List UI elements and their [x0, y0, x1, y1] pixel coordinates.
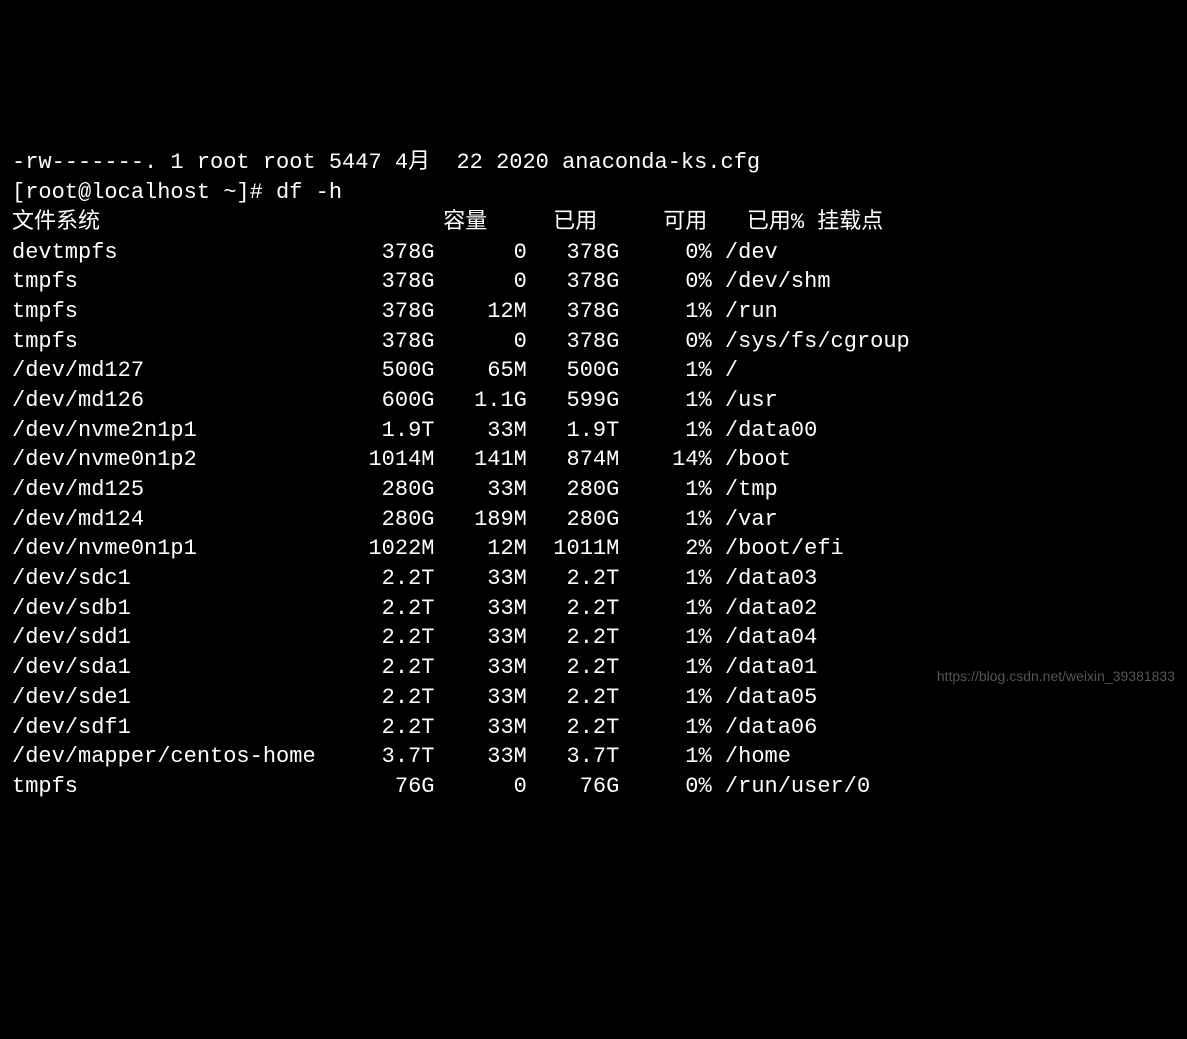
df-row: /dev/nvme0n1p2 1014M 141M 874M 14% /boot: [12, 445, 1175, 475]
df-rows: devtmpfs 378G 0 378G 0% /devtmpfs 378G 0…: [12, 238, 1175, 802]
df-row: /dev/md124 280G 189M 280G 1% /var: [12, 505, 1175, 535]
df-row: tmpfs 378G 0 378G 0% /sys/fs/cgroup: [12, 327, 1175, 357]
df-row: tmpfs 378G 0 378G 0% /dev/shm: [12, 267, 1175, 297]
df-row: /dev/nvme0n1p1 1022M 12M 1011M 2% /boot/…: [12, 534, 1175, 564]
df-row: /dev/sdd1 2.2T 33M 2.2T 1% /data04: [12, 623, 1175, 653]
df-row: /dev/md125 280G 33M 280G 1% /tmp: [12, 475, 1175, 505]
terminal-output: -rw-------. 1 root root 5447 4月 22 2020 …: [0, 119, 1187, 832]
df-row: devtmpfs 378G 0 378G 0% /dev: [12, 238, 1175, 268]
shell-prompt: [root@localhost ~]#: [12, 180, 276, 205]
df-row: tmpfs 76G 0 76G 0% /run/user/0: [12, 772, 1175, 802]
df-row: /dev/nvme2n1p1 1.9T 33M 1.9T 1% /data00: [12, 416, 1175, 446]
df-row: /dev/sdf1 2.2T 33M 2.2T 1% /data06: [12, 713, 1175, 743]
df-row: /dev/sdc1 2.2T 33M 2.2T 1% /data03: [12, 564, 1175, 594]
previous-output-line: -rw-------. 1 root root 5447 4月 22 2020 …: [12, 148, 1175, 178]
df-row: /dev/md127 500G 65M 500G 1% /: [12, 356, 1175, 386]
prompt-line[interactable]: [root@localhost ~]# df -h: [12, 178, 1175, 208]
df-row: /dev/mapper/centos-home 3.7T 33M 3.7T 1%…: [12, 742, 1175, 772]
command-text: df -h: [276, 180, 342, 205]
df-row: /dev/sde1 2.2T 33M 2.2T 1% /data05: [12, 683, 1175, 713]
df-row: /dev/sdb1 2.2T 33M 2.2T 1% /data02: [12, 594, 1175, 624]
df-row: tmpfs 378G 12M 378G 1% /run: [12, 297, 1175, 327]
watermark-text: https://blog.csdn.net/weixin_39381833: [937, 667, 1175, 686]
df-row: /dev/md126 600G 1.1G 599G 1% /usr: [12, 386, 1175, 416]
df-header-row: 文件系统 容量 已用 可用 已用% 挂载点: [12, 208, 1175, 238]
